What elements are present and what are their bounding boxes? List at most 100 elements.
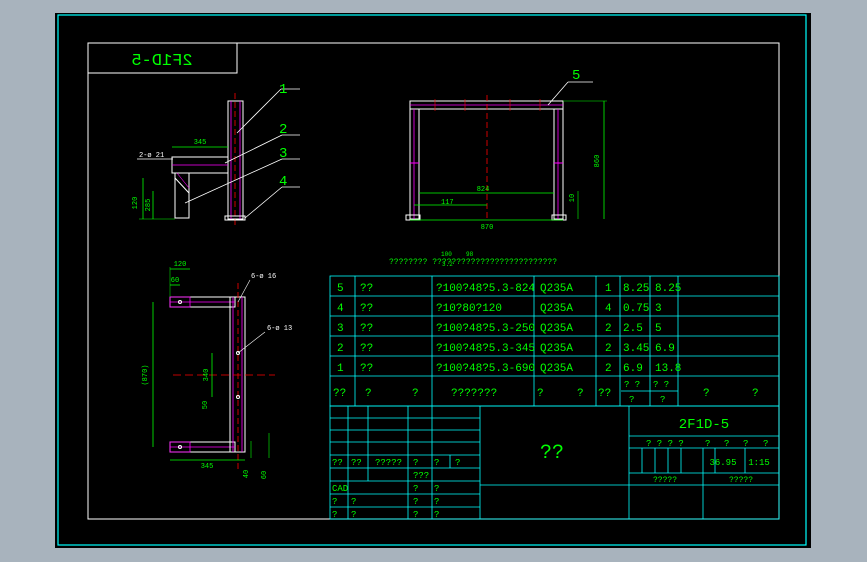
bom-cell-w2: 3	[655, 303, 662, 315]
bom-cell-no: 2	[337, 343, 344, 355]
dim-total: 870	[481, 224, 494, 232]
bom-cell-w2: 13.8	[655, 363, 681, 375]
bom-rows: 5?? ?100?48?5.3-824 Q235A 1 8.25 8.25 4?? ?10?8…	[337, 283, 681, 375]
bom-cell-mat: Q235A	[540, 343, 573, 355]
bom-h-name1: ?	[365, 388, 372, 400]
bom-h-w1b: ?	[629, 395, 634, 405]
bom-h-mat2: ?	[577, 388, 584, 400]
bom-cell-name: ??	[360, 343, 373, 355]
front-left-post	[409, 108, 420, 220]
bom-cell-no: 5	[337, 283, 344, 295]
bom-cell-w1: 2.5	[623, 323, 643, 335]
plan-view: 120 60 6-ø 16 6-ø 13 (870) 340 50 345 40…	[142, 261, 292, 479]
front-right-post	[553, 108, 564, 220]
bom-cell-no: 3	[337, 323, 344, 335]
bom-header: ?? ? ? ??????? ? ? ?? ? ? ? ? ? ? ? ?	[333, 380, 759, 405]
tb-left-cell: ?	[332, 510, 337, 520]
tb-left-cell: ??	[332, 458, 343, 468]
tb-left-cell: ??	[351, 458, 362, 468]
bom-cell-spec: ?100?48?5.3-690	[436, 363, 535, 375]
tb-left-cell: ?	[332, 497, 337, 507]
bom-h-w2a: ? ?	[653, 380, 669, 390]
bom-cell-w1: 3.45	[623, 343, 649, 355]
drawing-number: 2F1D-5	[679, 417, 729, 433]
bom-h-rem1: ?	[703, 388, 710, 400]
weight-value: 36.95	[709, 458, 736, 468]
scale-value: 1:15	[748, 458, 770, 468]
tb-left-cell: ?	[413, 497, 418, 507]
tb-hdr-1: ?	[705, 439, 710, 449]
bom-h-name2: ?	[412, 388, 419, 400]
side-view: 345 2-ø 21 120 285 1 2 3 4	[132, 82, 300, 227]
tb-left-cell: ?	[413, 458, 418, 468]
bom-cell-w2: 5	[655, 323, 662, 335]
bom-cell-w1: 8.25	[623, 283, 649, 295]
tb-left-cell: ?	[434, 497, 439, 507]
bom-h-spec: ???????	[451, 388, 497, 400]
bom-h-mat1: ?	[537, 388, 544, 400]
svg-text:2F1D-5: 2F1D-5	[131, 52, 192, 71]
bom-cell-mat: Q235A	[540, 363, 573, 375]
bom-cell-qty: 2	[605, 363, 612, 375]
bom-cell-qty: 4	[605, 303, 612, 315]
bom-cell-qty: 2	[605, 323, 612, 335]
dim-left: 117	[441, 199, 454, 207]
bom-cell-name: ??	[360, 303, 373, 315]
dim-span: (870)	[142, 364, 150, 385]
bom-cell-mat: Q235A	[540, 283, 573, 295]
roughness-a: 100	[441, 251, 452, 258]
leader-3: 3	[279, 146, 287, 162]
tb-left-cell: ?	[434, 484, 439, 494]
bom-cell-mat: Q235A	[540, 323, 573, 335]
tb-left-cell: ?	[413, 510, 418, 520]
tb-left-cell: ?	[351, 497, 356, 507]
hole-label-1: 6-ø 16	[251, 273, 276, 281]
bom-cell-spec: ?100?48?5.3-250	[436, 323, 535, 335]
bom-cell-no: 4	[337, 303, 344, 315]
bom-h-w2b: ?	[660, 395, 665, 405]
bom-cell-name: ??	[360, 283, 373, 295]
tb-left-cell: ?	[455, 458, 460, 468]
bom-cell-w2: 8.25	[655, 283, 681, 295]
front-view: 824 117 870 860 10 5	[405, 68, 607, 232]
bom-cell-w1: 6.9	[623, 363, 643, 375]
tb-left-cell: ?	[351, 510, 356, 520]
bom-cell-qty: 2	[605, 343, 612, 355]
bom-table	[329, 275, 780, 407]
tb-left-cell: ?	[434, 510, 439, 520]
dim-top2: 60	[171, 277, 179, 285]
bom-cell-no: 1	[337, 363, 344, 375]
bom-cell-name: ??	[360, 363, 373, 375]
dim-height-b: 285	[145, 199, 153, 212]
bom-h-qty: ??	[598, 388, 611, 400]
tb-left-cell: ?	[413, 484, 418, 494]
tb-hdr-4: ?	[763, 439, 768, 449]
part-name: ??	[540, 442, 564, 465]
tb-left-cell: CAD	[332, 484, 348, 494]
bom-cell-spec: ?10?80?120	[436, 303, 502, 315]
dim-foot: 10	[569, 194, 577, 202]
dim-height-a: 120	[132, 197, 140, 210]
dim-small: 50	[202, 401, 210, 409]
bom-h-rem2: ?	[752, 388, 759, 400]
tech-note: ???????? ??????????????????????????	[389, 258, 557, 267]
tb-hdr-3: ?	[743, 439, 748, 449]
bom-cell-qty: 1	[605, 283, 612, 295]
tb-left-cell: ???	[413, 471, 429, 481]
dim-top: 120	[174, 261, 187, 269]
bom-h-w1a: ? ?	[624, 380, 640, 390]
tb-left-cell: ?	[434, 458, 439, 468]
dim-inner: 824	[477, 186, 490, 194]
dim-bottom: 345	[201, 463, 214, 471]
tb-hdr-0: ? ? ? ?	[646, 439, 684, 449]
leader-1: 1	[279, 82, 287, 98]
leader-4: 4	[279, 174, 287, 190]
roughness-b: 3.2	[442, 261, 453, 268]
drawing-sheet: 2F1D-5 345 2-ø 21 120 285 1 2 3 4 824 11…	[55, 13, 811, 548]
dim-r1: 40	[243, 470, 251, 478]
leader-2: 2	[279, 122, 287, 138]
tb-foot-1: ?????	[653, 476, 677, 485]
dim-mid: 340	[203, 369, 211, 382]
dim-width: 345	[194, 139, 207, 147]
bom-cell-spec: ?100?48?5.3-824	[436, 283, 535, 295]
